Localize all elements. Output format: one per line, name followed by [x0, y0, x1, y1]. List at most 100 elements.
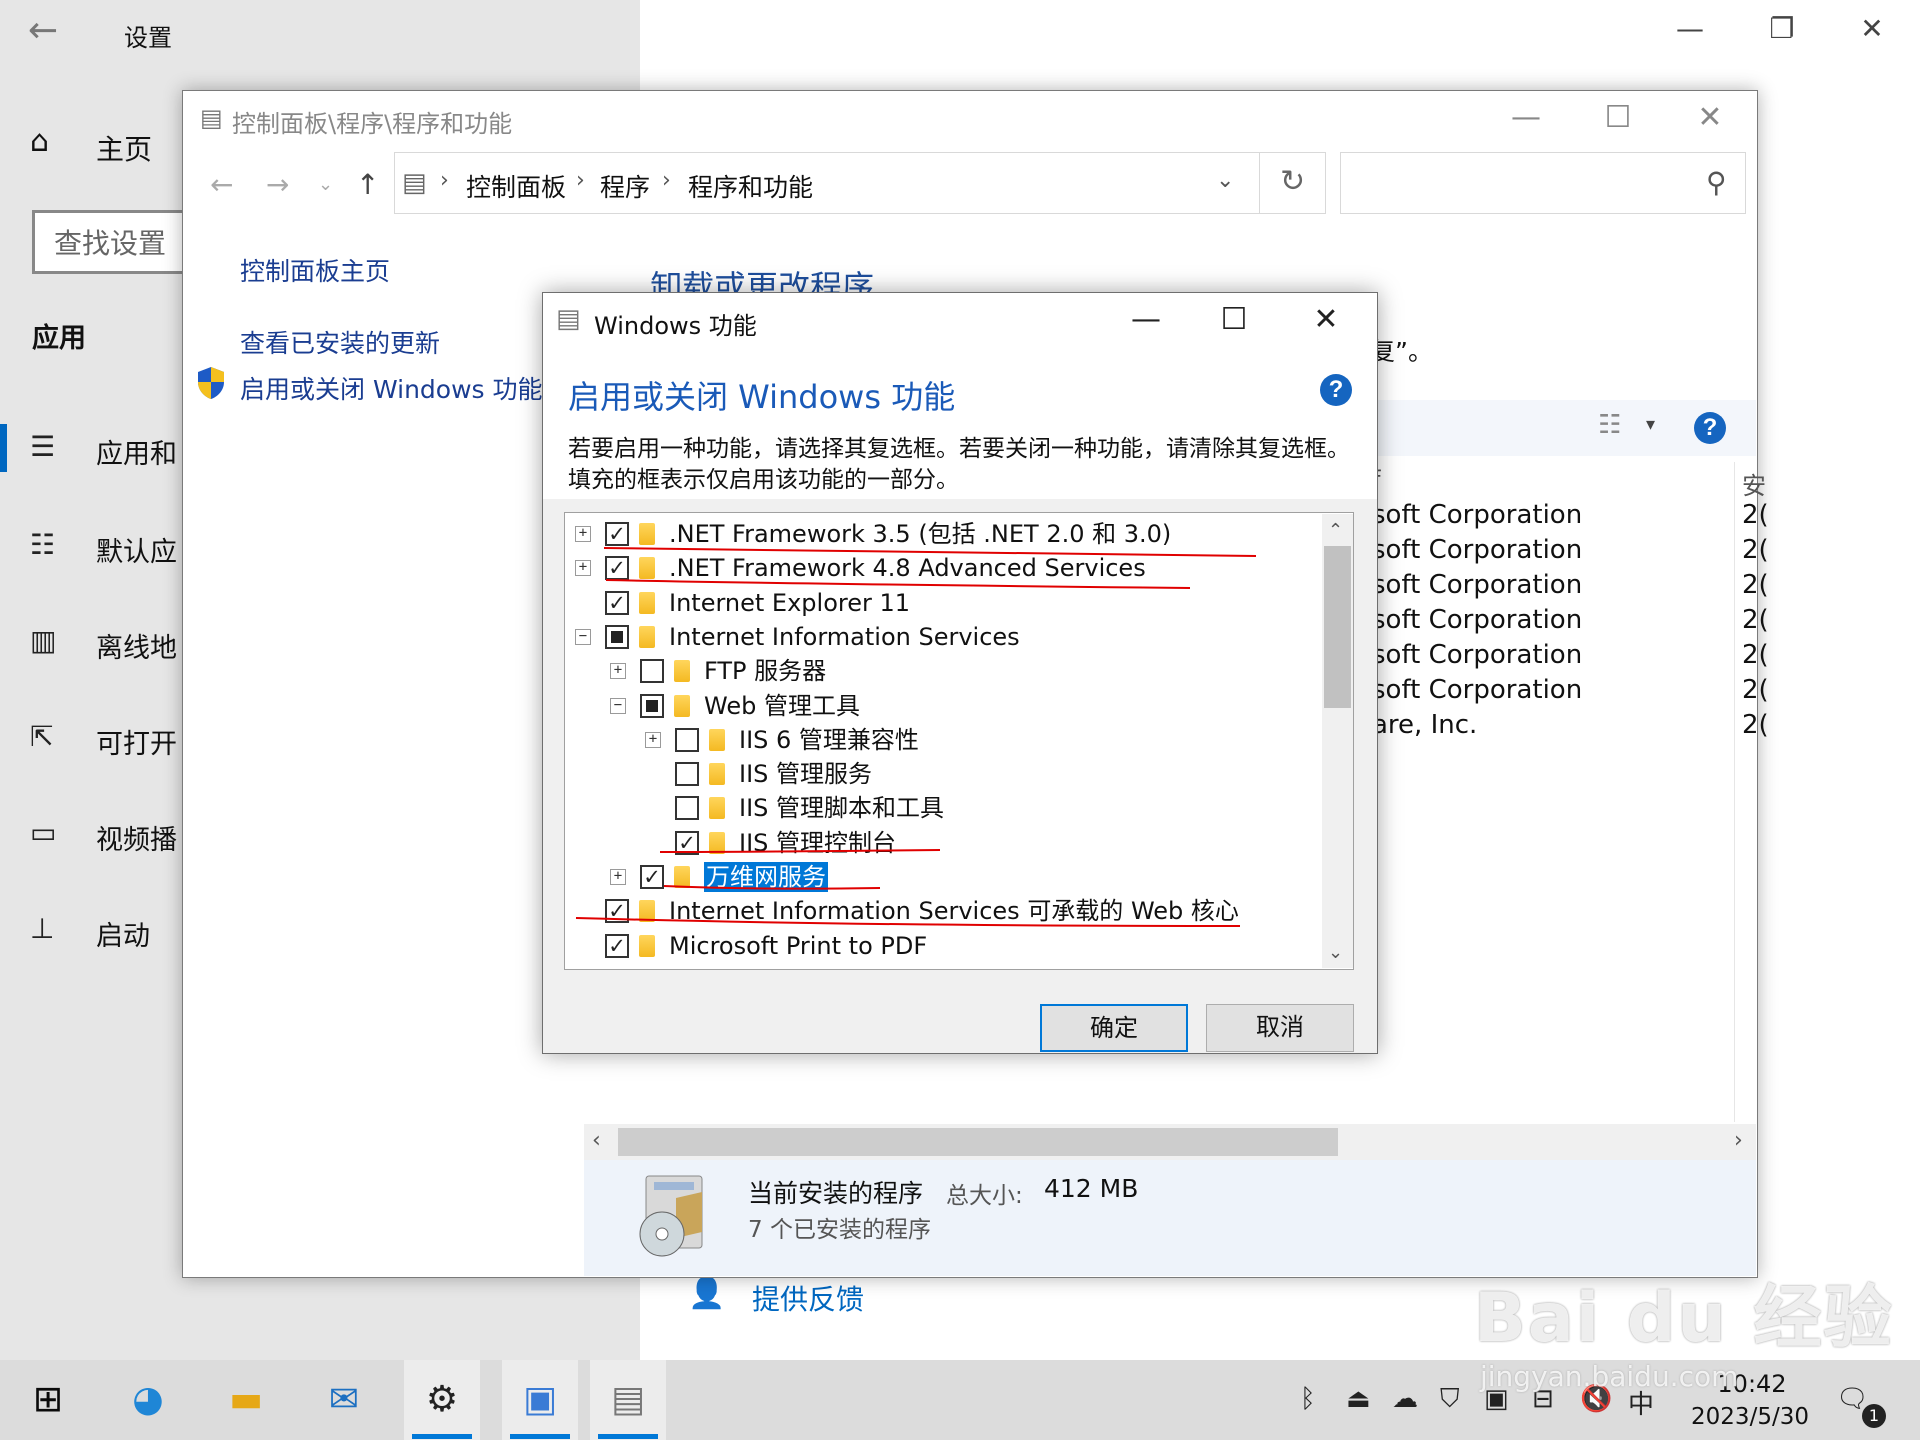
feature-label[interactable]: Microsoft Print to PDF	[669, 931, 927, 961]
feature-label[interactable]: IIS 管理服务	[739, 759, 872, 789]
breadcrumb-control-panel[interactable]: 控制面板	[466, 168, 566, 204]
feature-row[interactable]: − Web 管理工具	[565, 689, 1321, 723]
expand-icon[interactable]: +	[575, 526, 591, 542]
settings-nav-item[interactable]: 默认应	[96, 530, 177, 569]
settings-home-link[interactable]: 主页	[96, 128, 152, 168]
expand-icon[interactable]: +	[645, 731, 661, 748]
scroll-up-icon[interactable]: ⌃	[1328, 520, 1343, 541]
cp-home-link[interactable]: 控制面板主页	[240, 252, 390, 288]
feature-checkbox[interactable]: ✓	[605, 933, 629, 958]
wf-close-icon[interactable]: ✕	[1296, 302, 1356, 337]
recent-locations-icon[interactable]: ⌄	[318, 174, 333, 195]
settings-app-icon[interactable]: ⚙	[404, 1360, 480, 1440]
program-row-date[interactable]: 2(	[1742, 710, 1769, 740]
settings-nav-item[interactable]: 启动	[96, 914, 150, 953]
program-row-publisher[interactable]: soft Corporation	[1372, 570, 1582, 600]
column-header-installed[interactable]: 安	[1742, 466, 1766, 501]
settings-nav-item[interactable]: 可打开	[96, 722, 177, 761]
cp-minimize-icon[interactable]: —	[1496, 100, 1556, 135]
feature-checkbox[interactable]: ✓	[605, 590, 629, 615]
feature-row[interactable]: + ✓ .NET Framework 3.5 (包括 .NET 2.0 和 3.0)	[565, 517, 1321, 551]
view-options-icon[interactable]: ☷	[1598, 410, 1621, 440]
ok-button[interactable]: 确定	[1040, 1004, 1188, 1052]
search-icon[interactable]: ⚲	[1706, 166, 1727, 199]
wf-minimize-icon[interactable]: —	[1116, 302, 1176, 337]
view-updates-link[interactable]: 查看已安装的更新	[240, 324, 440, 360]
settings-nav-item[interactable]: 离线地	[96, 626, 177, 665]
wf-maximize-icon[interactable]: ☐	[1204, 302, 1264, 337]
feature-row[interactable]: ✓ Internet Information Services 可承载的 Web …	[565, 894, 1321, 928]
view-dropdown-icon[interactable]: ▾	[1646, 414, 1655, 435]
feature-checkbox[interactable]	[605, 624, 629, 649]
mail-icon[interactable]: ✉	[306, 1360, 382, 1440]
feature-row[interactable]: ✓ Microsoft Print to PDF	[565, 929, 1321, 963]
feature-label[interactable]: 万维网服务	[704, 862, 828, 892]
feature-row[interactable]: IIS 管理服务	[565, 757, 1321, 791]
feature-row[interactable]: + ✓ .NET Framework 4.8 Advanced Services	[565, 551, 1321, 585]
feature-checkbox[interactable]	[675, 762, 699, 787]
onedrive-icon[interactable]: ☁	[1392, 1384, 1418, 1414]
cp-search-input[interactable]	[1340, 152, 1746, 214]
address-dropdown-icon[interactable]: ⌄	[1216, 168, 1234, 193]
feature-label[interactable]: Web 管理工具	[704, 691, 860, 721]
feature-checkbox[interactable]: ✓	[605, 556, 629, 581]
edge-icon[interactable]: ◕	[110, 1360, 186, 1440]
program-row-publisher[interactable]: soft Corporation	[1372, 535, 1582, 565]
feature-label[interactable]: Internet Information Services	[669, 622, 1020, 652]
feature-label[interactable]: IIS 管理控制台	[739, 828, 896, 858]
restore-icon[interactable]: ❐	[1752, 12, 1812, 45]
nav-forward-icon[interactable]: →	[266, 168, 289, 201]
breadcrumb-programs-features[interactable]: 程序和功能	[688, 168, 813, 204]
program-row-publisher[interactable]: soft Corporation	[1372, 675, 1582, 705]
chevron-right-icon[interactable]: ›	[662, 168, 671, 193]
program-row-date[interactable]: 2(	[1742, 640, 1769, 670]
scroll-down-icon[interactable]: ⌄	[1328, 942, 1343, 963]
program-row-publisher[interactable]: are, Inc.	[1372, 710, 1477, 740]
programs-features-app-icon[interactable]: ▤	[590, 1360, 666, 1440]
feature-row[interactable]: ✓ IIS 管理控制台	[565, 826, 1321, 860]
feature-checkbox[interactable]: ✓	[640, 865, 664, 889]
feature-checkbox[interactable]: ✓	[605, 522, 629, 546]
feature-checkbox[interactable]	[675, 727, 699, 752]
scroll-left-icon[interactable]: ‹	[592, 1128, 601, 1153]
feature-checkbox[interactable]: ✓	[605, 899, 629, 924]
program-row-date[interactable]: 2(	[1742, 535, 1769, 565]
close-icon[interactable]: ✕	[1842, 12, 1902, 45]
cp-help-icon[interactable]: ?	[1694, 412, 1726, 444]
control-panel-app-icon[interactable]: ▣	[502, 1360, 578, 1440]
chevron-right-icon[interactable]: ›	[576, 168, 585, 193]
breadcrumb-programs[interactable]: 程序	[600, 168, 650, 204]
windows-features-link[interactable]: 启用或关闭 Windows 功能	[240, 370, 543, 406]
feature-checkbox[interactable]	[675, 796, 699, 821]
cancel-button[interactable]: 取消	[1206, 1004, 1354, 1052]
clock-date[interactable]: 2023/5/30	[1680, 1404, 1820, 1430]
program-row-date[interactable]: 2(	[1742, 500, 1769, 530]
home-icon[interactable]: ⌂	[30, 124, 49, 159]
feature-checkbox[interactable]	[640, 693, 664, 718]
feedback-link[interactable]: 提供反馈	[752, 1278, 864, 1318]
minimize-icon[interactable]: —	[1660, 12, 1720, 45]
program-row-date[interactable]: 2(	[1742, 605, 1769, 635]
feature-row[interactable]: − Internet Information Services	[565, 620, 1321, 654]
back-arrow-icon[interactable]: ←	[28, 10, 58, 51]
feature-row[interactable]: + IIS 6 管理兼容性	[565, 723, 1321, 757]
wf-help-icon[interactable]: ?	[1320, 374, 1352, 406]
program-row-date[interactable]: 2(	[1742, 675, 1769, 705]
nav-back-icon[interactable]: ←	[210, 168, 233, 201]
horizontal-scroll-thumb[interactable]	[618, 1128, 1338, 1156]
feature-label[interactable]: Internet Information Services 可承载的 Web 核…	[669, 896, 1239, 926]
start-button[interactable]: ⊞	[10, 1360, 86, 1440]
feature-row[interactable]: ✓ Internet Explorer 11	[565, 586, 1321, 620]
program-row-date[interactable]: 2(	[1742, 570, 1769, 600]
settings-nav-item[interactable]: 应用和	[96, 432, 177, 471]
settings-nav-item[interactable]: 视频播	[96, 818, 177, 857]
program-row-publisher[interactable]: soft Corporation	[1372, 500, 1582, 530]
expand-icon[interactable]: +	[575, 560, 591, 577]
collapse-icon[interactable]: −	[575, 628, 591, 645]
program-row-publisher[interactable]: soft Corporation	[1372, 605, 1582, 635]
cp-close-icon[interactable]: ✕	[1680, 100, 1740, 135]
nav-up-icon[interactable]: ↑	[356, 168, 379, 201]
program-row-publisher[interactable]: soft Corporation	[1372, 640, 1582, 670]
expand-icon[interactable]: +	[610, 869, 626, 885]
chevron-right-icon[interactable]: ›	[440, 168, 449, 193]
